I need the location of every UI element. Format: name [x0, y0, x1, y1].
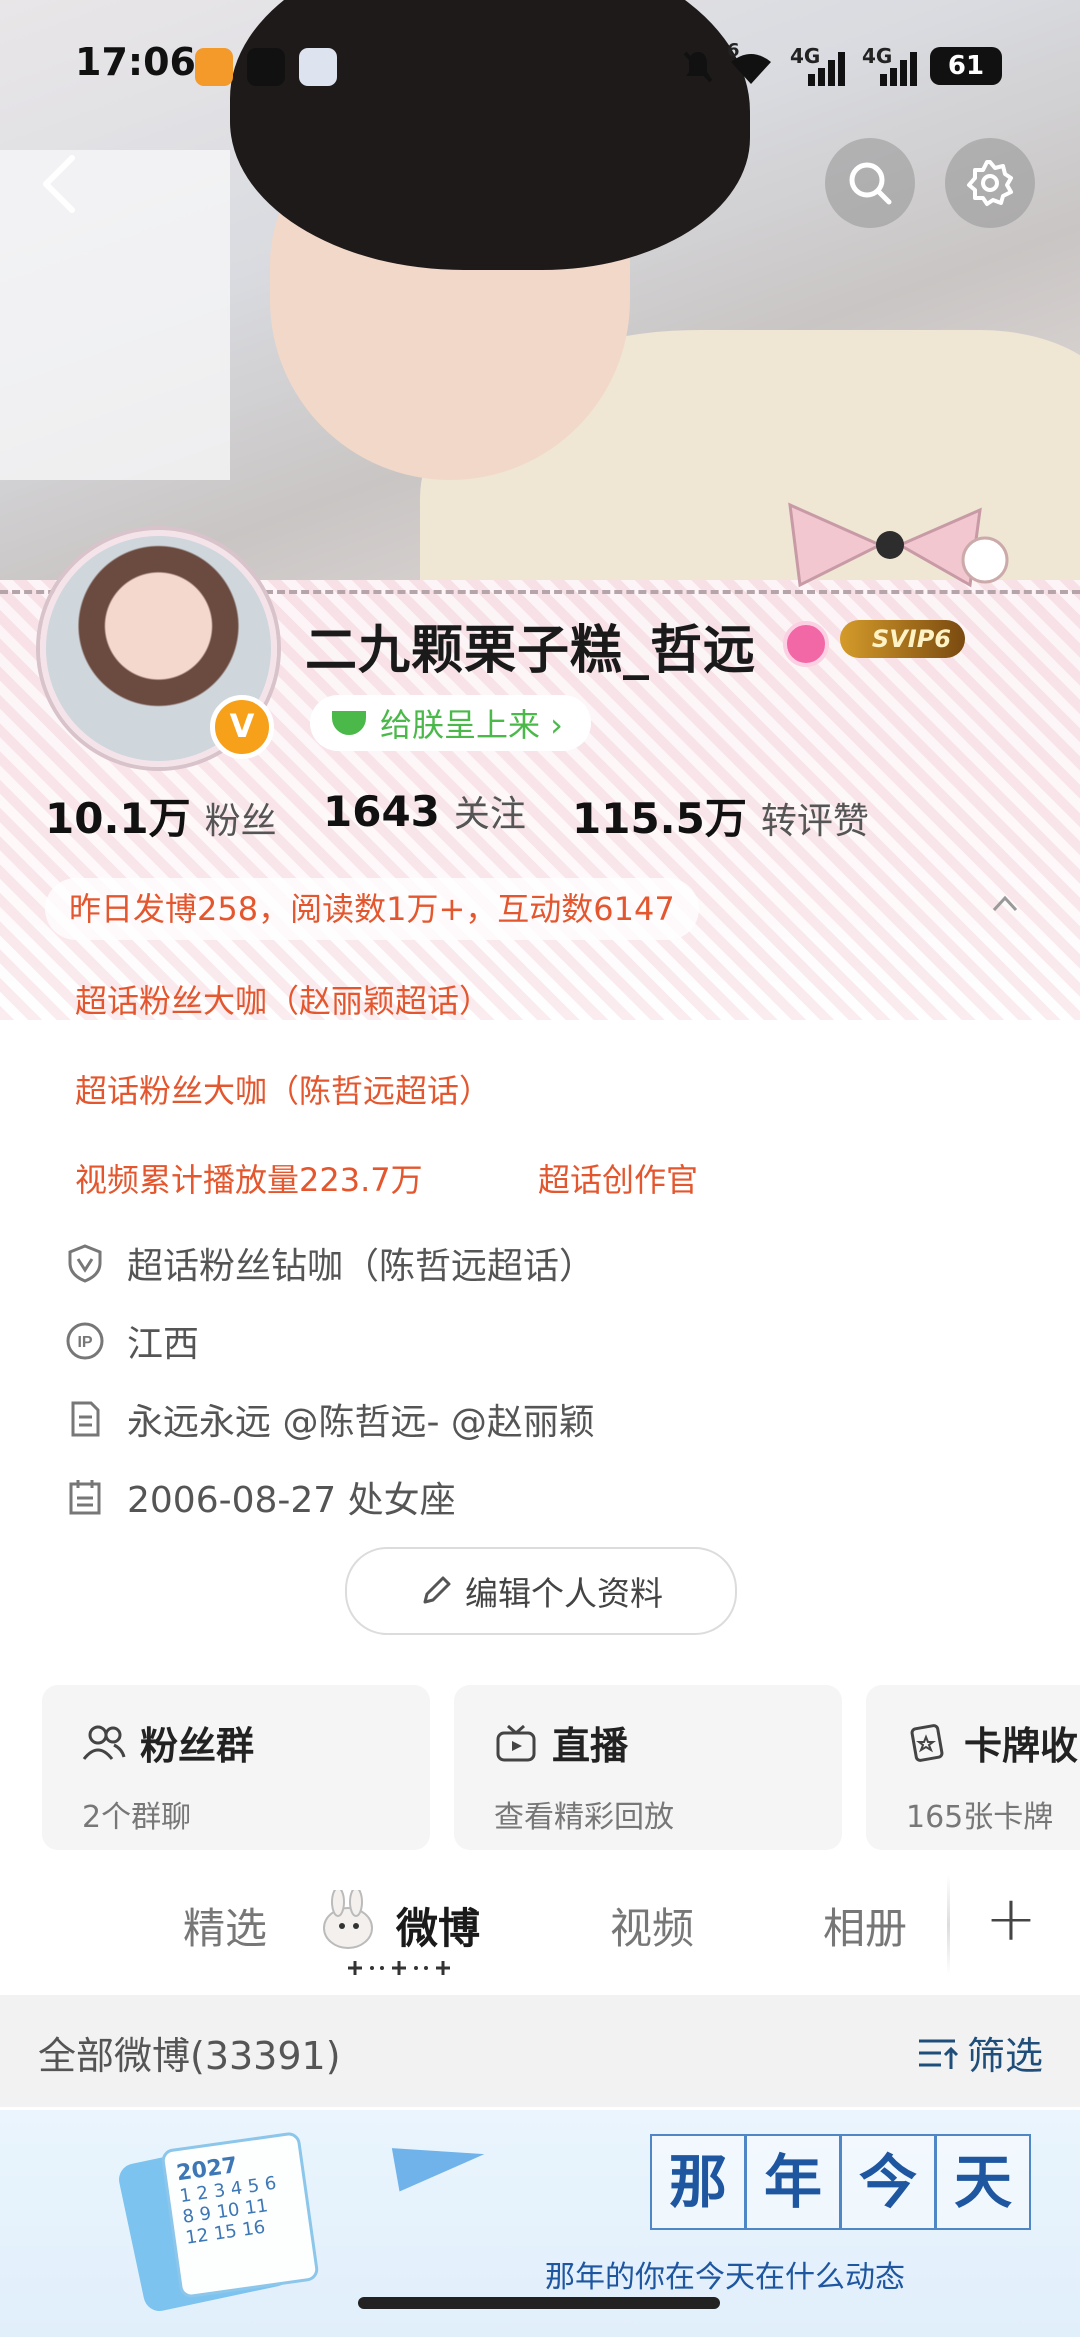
info-row-ip: IP 江西 [65, 1316, 199, 1366]
status-bar: 17:06 6 4G 4G 61 [0, 0, 1080, 130]
edit-profile-button[interactable]: 编辑个人资料 [345, 1547, 737, 1635]
following-count: 1643 [323, 787, 440, 836]
card-fan-group-title: 粉丝群 [140, 1724, 255, 1768]
app-notification-icon [195, 48, 233, 86]
followers-count: 10.1万 [45, 794, 191, 843]
daily-summary: 昨日发博258，阅读数1万+，互动数6147 [45, 878, 699, 940]
card-card-collection-title: 卡牌收 [964, 1724, 1079, 1768]
followers-label: 粉丝 [204, 801, 277, 842]
calendar-icon [69, 1480, 101, 1515]
mute-bell-icon [683, 51, 713, 83]
badge-fan-zhaoliying[interactable]: 超话粉丝大咖（赵丽颖超话） [75, 976, 491, 1022]
calendar-page: 2027 1 2 3 4 5 6 8 9 10 11 12 15 16 [160, 2130, 320, 2300]
app-notification-icon-2 [299, 48, 337, 86]
card-fan-group[interactable]: 粉丝群 2个群聊 [42, 1685, 430, 1850]
info-bio-text: 永远永远 @陈哲远- @赵丽颖 [127, 1402, 595, 1443]
back-button[interactable] [38, 152, 78, 216]
feed-count-label[interactable]: 全部微博(33391) [38, 2025, 341, 2080]
card-live-title: 直播 [552, 1724, 629, 1768]
edit-profile-label: 编辑个人资料 [465, 1574, 663, 1613]
banner-char-3: 今 [840, 2134, 936, 2230]
bunny-icon [323, 1890, 373, 1949]
tab-album[interactable]: 相册 [823, 1895, 907, 1956]
shield-v-icon [68, 1244, 102, 1283]
status-time: 17:06 [75, 40, 196, 84]
info-row-diamond-fan: 超话粉丝钻咖（陈哲远超话） [65, 1238, 595, 1288]
tiktok-icon [247, 48, 285, 86]
search-button[interactable] [825, 138, 915, 228]
info-ip-text: 江西 [127, 1324, 200, 1365]
magnifier-badge-icon[interactable] [783, 621, 829, 667]
gift-link[interactable]: 给朕呈上来 › [310, 695, 591, 751]
doc-icon [71, 1401, 100, 1437]
bow-decoration-icon [788, 502, 1009, 588]
card-live-sub: 查看精彩回放 [494, 1800, 674, 1835]
profile-name: 二九颗栗子糕_哲远 [305, 621, 757, 681]
followers-stat[interactable]: 10.1万 粉丝 [45, 785, 277, 846]
banner-subtitle: 那年的你在今天在什么动态 [545, 2260, 905, 2295]
card-card-collection[interactable]: 卡牌收 165张卡牌 [866, 1685, 1080, 1850]
badge-fan-chenzheyuan[interactable]: 超话粉丝大咖（陈哲远超话） [75, 1066, 491, 1112]
badge-video-views[interactable]: 视频累计播放量223.7万 [75, 1155, 423, 1201]
tv-icon [496, 1724, 536, 1761]
info-row-birthday: 2006-08-27 处女座 [65, 1472, 456, 1522]
card-live[interactable]: 直播 查看精彩回放 [454, 1685, 842, 1850]
tab-video[interactable]: 视频 [610, 1895, 694, 1956]
banner-char-2: 年 [745, 2134, 841, 2230]
svip-badge[interactable]: SVIP6 [840, 620, 965, 658]
banner-char-4: 天 [935, 2134, 1031, 2230]
home-indicator[interactable] [358, 2297, 720, 2309]
users-icon [82, 1725, 126, 1760]
gift-link-label: 给朕呈上来 › [380, 706, 563, 744]
info-diamond-text: 超话粉丝钻咖（陈哲远超话） [127, 1246, 596, 1287]
card-icon [910, 1723, 944, 1762]
verified-badge-icon: V [210, 695, 274, 759]
signal-icon-2 [880, 52, 917, 86]
settings-button[interactable] [945, 138, 1035, 228]
filter-label: 筛选 [967, 2034, 1044, 2078]
profile-tabs [0, 1880, 1080, 1990]
card-card-collection-sub: 165张卡牌 [906, 1800, 1054, 1835]
tab-divider [947, 1875, 950, 1975]
tab-active-indicator [348, 1961, 450, 1975]
tab-featured[interactable]: 精选 [183, 1895, 267, 1956]
search-icon [849, 162, 892, 205]
wifi-icon [731, 54, 771, 84]
info-birthday-text: 2006-08-27 处女座 [127, 1480, 456, 1521]
signal-icon-1 [808, 52, 845, 86]
paper-plane-icon [391, 2132, 489, 2192]
card-fan-group-sub: 2个群聊 [82, 1800, 192, 1835]
following-stat[interactable]: 1643 关注 [323, 785, 526, 837]
filter-button[interactable]: 筛选 [915, 2025, 1043, 2080]
battery-icon: 61 [930, 47, 1002, 85]
banner-char-1: 那 [650, 2134, 746, 2230]
badge-creator[interactable]: 超话创作官 [538, 1155, 698, 1201]
add-tab-button[interactable]: + [985, 1882, 1037, 1955]
gear-icon [967, 160, 1013, 206]
following-label: 关注 [453, 794, 526, 835]
svg-text:IP: IP [77, 1334, 92, 1351]
chevron-up-icon[interactable] [990, 888, 1020, 918]
tab-weibo[interactable]: 微博 [396, 1895, 480, 1956]
info-row-bio: 永远永远 @陈哲远- @赵丽颖 [65, 1394, 595, 1444]
interactions-stat[interactable]: 115.5万 转评赞 [572, 785, 869, 846]
interactions-label: 转评赞 [760, 801, 869, 842]
ip-icon: IP [66, 1322, 104, 1360]
filter-icon [919, 2039, 959, 2069]
bowl-icon [332, 711, 366, 735]
pencil-icon [423, 1576, 451, 1604]
interactions-count: 115.5万 [572, 794, 747, 843]
